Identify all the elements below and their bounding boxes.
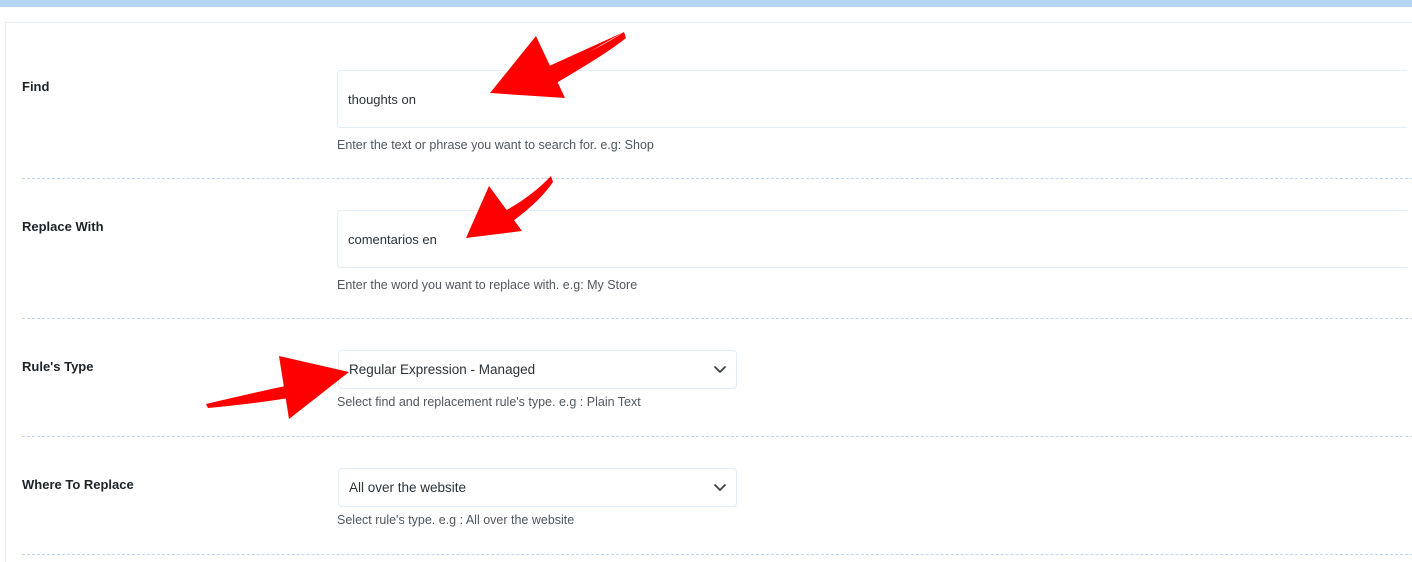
- find-input[interactable]: [337, 70, 1407, 128]
- find-help: Enter the text or phrase you want to sea…: [337, 138, 654, 152]
- separator: [22, 178, 1412, 179]
- where-help: Select rule's type. e.g : All over the w…: [337, 513, 575, 527]
- rule-type-label: Rule's Type: [22, 359, 94, 374]
- where-selected: All over the website: [349, 480, 467, 495]
- separator: [22, 318, 1412, 319]
- replace-input[interactable]: [337, 210, 1407, 268]
- separator: [22, 436, 1412, 437]
- replace-help: Enter the word you want to replace with.…: [337, 278, 638, 292]
- rule-type-help: Select find and replacement rule's type.…: [337, 395, 641, 409]
- replace-label: Replace With: [22, 219, 104, 234]
- rule-type-select[interactable]: Regular Expression - Managed: [338, 350, 737, 389]
- top-strip: [0, 0, 1412, 7]
- separator: [22, 554, 1412, 555]
- where-label: Where To Replace: [22, 477, 134, 492]
- where-select[interactable]: All over the website: [338, 468, 737, 507]
- rule-type-selected: Regular Expression - Managed: [349, 362, 536, 377]
- chevron-down-icon: [714, 484, 726, 491]
- find-label: Find: [22, 79, 50, 94]
- chevron-down-icon: [714, 366, 726, 373]
- settings-panel: Find Enter the text or phrase you want t…: [5, 22, 1412, 562]
